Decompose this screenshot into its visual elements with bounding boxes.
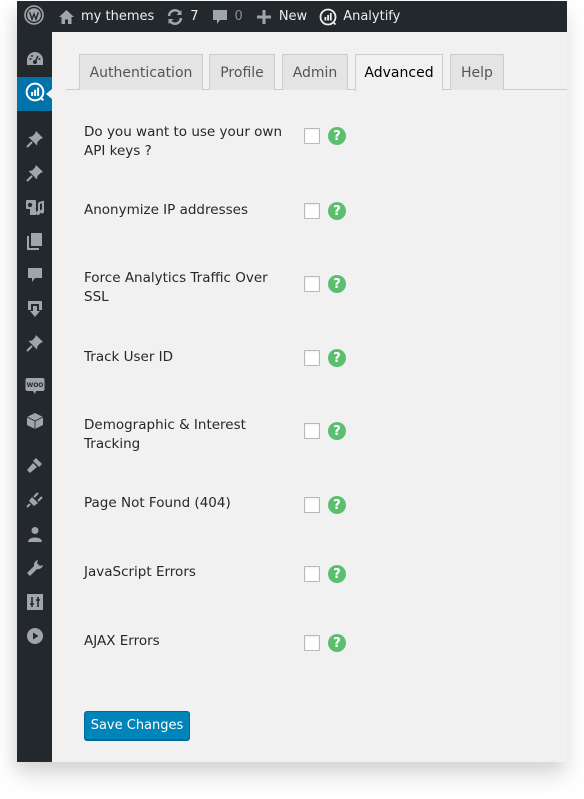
updates-count: 7	[190, 9, 199, 24]
setting-label: AJAX Errors	[84, 633, 160, 649]
anonymize-ip-checkbox[interactable]	[304, 203, 320, 219]
menu-comments[interactable]	[17, 262, 52, 292]
comments-link[interactable]: 0	[205, 1, 249, 32]
menu-posts[interactable]	[17, 126, 52, 156]
home-icon	[57, 8, 75, 26]
new-label: New	[278, 9, 308, 24]
menu-appearance[interactable]	[17, 452, 52, 482]
menu-woocommerce[interactable]: WOO	[17, 373, 52, 403]
download-icon	[27, 300, 43, 322]
help-icon[interactable]: ?	[328, 349, 346, 367]
setting-label: JavaScript Errors	[84, 564, 196, 580]
comments-count: 0	[234, 9, 243, 24]
svg-text:WOO: WOO	[26, 382, 43, 389]
help-icon[interactable]: ?	[328, 565, 346, 583]
help-icon[interactable]: ?	[328, 422, 346, 440]
settings-tabs: Authentication Profile Admin Advanced He…	[66, 54, 567, 91]
settings-icon	[26, 594, 43, 614]
setting-label: Track User ID	[84, 349, 174, 365]
setting-label: Do you want to use your own API keys ?	[84, 124, 283, 159]
site-name: my themes	[81, 9, 155, 24]
products-icon	[26, 412, 44, 434]
tools-icon	[26, 559, 44, 581]
plugins-icon	[25, 491, 44, 513]
tab-profile[interactable]: Profile	[209, 54, 275, 90]
dashboard-icon	[26, 51, 44, 71]
wordpress-logo-icon	[24, 4, 44, 29]
media-icon	[25, 198, 45, 220]
comments-icon	[27, 267, 43, 287]
updates-icon	[166, 8, 184, 26]
help-icon[interactable]: ?	[328, 202, 346, 220]
play-icon	[26, 627, 44, 649]
help-icon[interactable]: ?	[328, 496, 346, 514]
demographic-tracking-checkbox[interactable]	[304, 423, 320, 439]
menu-pages[interactable]	[17, 228, 52, 258]
ajax-errors-checkbox[interactable]	[304, 635, 320, 651]
woocommerce-icon: WOO	[25, 377, 45, 399]
menu-pin-3[interactable]	[17, 330, 52, 360]
pages-icon	[26, 232, 43, 254]
page-not-found-checkbox[interactable]	[304, 497, 320, 513]
menu-settings[interactable]	[17, 589, 52, 619]
updates-link[interactable]: 7	[160, 1, 204, 32]
menu-products[interactable]	[17, 408, 52, 438]
javascript-errors-checkbox[interactable]	[304, 566, 320, 582]
menu-plugins[interactable]	[17, 487, 52, 517]
force-ssl-checkbox[interactable]	[304, 276, 320, 292]
analytify-label: Analytify	[343, 9, 401, 24]
menu-tools[interactable]	[17, 555, 52, 585]
wp-admin-window: my themes 7 0 New Analytify WOO Authenti…	[17, 1, 567, 762]
setting-label: Anonymize IP addresses	[84, 202, 248, 218]
setting-label: Demographic & Interest Tracking	[84, 417, 246, 452]
setting-label: Force Analytics Traffic Over SSL	[84, 270, 268, 305]
comment-bubble-icon	[211, 8, 229, 26]
pin-icon	[25, 130, 44, 152]
menu-pin-2[interactable]	[17, 160, 52, 190]
pin-icon	[25, 164, 44, 186]
new-content-link[interactable]: New	[249, 1, 313, 32]
appearance-icon	[26, 456, 44, 478]
menu-media[interactable]	[17, 194, 52, 224]
settings-content: Authentication Profile Admin Advanced He…	[52, 32, 567, 762]
help-icon[interactable]: ?	[328, 275, 346, 293]
analytify-link[interactable]: Analytify	[313, 1, 406, 32]
analytify-icon	[319, 8, 337, 26]
menu-users[interactable]	[17, 521, 52, 551]
admin-sidebar: WOO	[17, 32, 52, 762]
menu-analytify[interactable]	[17, 77, 52, 111]
wordpress-logo-button[interactable]	[17, 1, 51, 32]
admin-bar: my themes 7 0 New Analytify	[17, 1, 567, 32]
save-changes-button[interactable]: Save Changes	[84, 711, 190, 740]
help-icon[interactable]: ?	[328, 634, 346, 652]
track-user-id-checkbox[interactable]	[304, 350, 320, 366]
site-name-link[interactable]: my themes	[51, 1, 160, 32]
users-icon	[27, 526, 43, 546]
pin-icon	[25, 334, 44, 356]
menu-media-player[interactable]	[17, 623, 52, 653]
tab-authentication[interactable]: Authentication	[79, 54, 203, 90]
tab-advanced[interactable]: Advanced	[355, 54, 443, 91]
menu-downloads[interactable]	[17, 296, 52, 326]
analytify-icon	[25, 82, 45, 106]
own-api-keys-checkbox[interactable]	[304, 128, 320, 144]
tab-help[interactable]: Help	[450, 54, 504, 90]
tab-admin[interactable]: Admin	[282, 54, 348, 90]
plus-icon	[255, 8, 273, 26]
menu-dashboard[interactable]	[17, 46, 52, 76]
help-icon[interactable]: ?	[328, 127, 346, 145]
setting-label: Page Not Found (404)	[84, 495, 231, 511]
